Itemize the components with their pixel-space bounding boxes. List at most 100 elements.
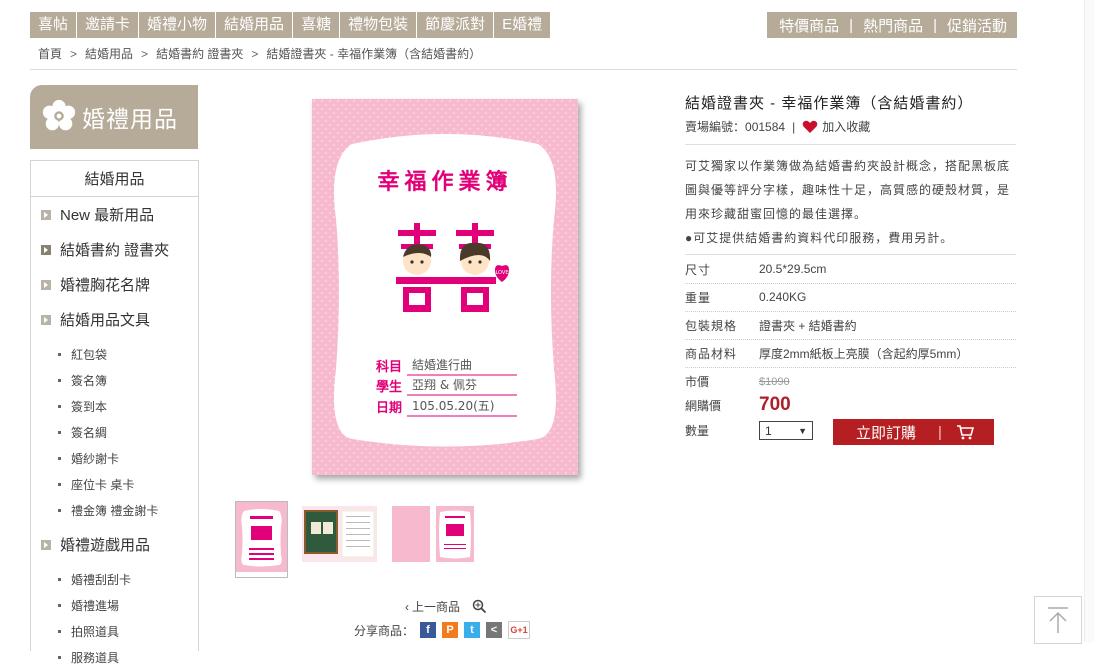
breadcrumb-certificate-folder[interactable]: 結婚書約 證書夾 bbox=[156, 45, 243, 62]
sidebar-subitem-label: 婚禮進場 bbox=[71, 598, 120, 613]
bullet-icon bbox=[58, 378, 61, 382]
quantity-label: 數量 bbox=[685, 424, 710, 438]
spec-label: 尺寸 bbox=[685, 262, 712, 277]
nav-tab-wedding-supplies[interactable]: 結婚用品 bbox=[216, 12, 294, 38]
breadcrumb-wedding-supplies[interactable]: 結婚用品 bbox=[85, 45, 133, 62]
sidebar-item-label: 結婚書約 證書夾 bbox=[60, 242, 170, 259]
spec-row-size: 尺寸 20.5*29.5cm bbox=[685, 255, 1016, 284]
nav-tab-wedding-favors[interactable]: 婚禮小物 bbox=[139, 12, 217, 38]
arrow-box-icon bbox=[41, 539, 51, 550]
product-meta: 賣場編號： 001584 | 加入收藏 bbox=[685, 118, 870, 135]
plurk-icon[interactable]: P bbox=[442, 622, 459, 638]
sidebar-subitem-label: 簽到本 bbox=[71, 399, 108, 414]
bullet-icon bbox=[58, 629, 61, 633]
bullet-icon bbox=[58, 456, 61, 460]
description-line: ●可艾提供結婚書約資料代印服務，費用另計。 bbox=[685, 231, 954, 245]
bullet-icon bbox=[58, 430, 61, 434]
sidebar-subitem-service-props[interactable]: 服務道具 bbox=[31, 644, 198, 670]
nav-tab-e-wedding[interactable]: E婚禮 bbox=[494, 12, 552, 38]
nav-tab-gift-wrap[interactable]: 禮物包裝 bbox=[340, 12, 418, 38]
sidebar-subitem-signature-book[interactable]: 簽名簿 bbox=[31, 367, 198, 393]
sidebar-subitem-label: 紅包袋 bbox=[71, 347, 108, 362]
buy-now-label: 立即訂購 bbox=[856, 424, 917, 442]
sale-price-row: 網購價 700 bbox=[685, 394, 791, 416]
nav-tab-wedding-invite[interactable]: 喜帖 bbox=[30, 12, 78, 38]
list-price-row: 市價 $1090 bbox=[685, 373, 790, 390]
sidebar-banner: 婚禮用品 bbox=[30, 85, 198, 149]
sidebar-subitem-red-envelope[interactable]: 紅包袋 bbox=[31, 341, 198, 367]
sidebar-subitem-scratch-card[interactable]: 婚禮刮刮卡 bbox=[31, 566, 198, 592]
quantity-select[interactable]: 1 ▼ bbox=[759, 421, 813, 440]
button-divider: | bbox=[938, 423, 942, 441]
bullet-icon bbox=[58, 508, 61, 512]
love-text: LOVE bbox=[495, 270, 508, 276]
nav-tab-festival-party[interactable]: 節慶派對 bbox=[417, 12, 495, 38]
share-icon[interactable]: < bbox=[486, 622, 503, 638]
sidebar-subitem-gift-money-book[interactable]: 禮金簿 禮金謝卡 bbox=[31, 497, 198, 523]
sidebar-subitem-signature-cloth[interactable]: 簽名綢 bbox=[31, 419, 198, 445]
google-plus-icon[interactable]: G+1 bbox=[508, 621, 531, 639]
sidebar-item-label: 婚禮胸花名牌 bbox=[60, 277, 151, 294]
cover-title: 幸福作業簿 bbox=[377, 169, 512, 195]
nav-link-specials[interactable]: 特價商品 bbox=[779, 15, 839, 36]
buy-now-button[interactable]: 立即訂購 | bbox=[833, 419, 994, 445]
thumbnail-front-cover[interactable] bbox=[235, 501, 288, 578]
sidebar-subitem-photo-props[interactable]: 拍照道具 bbox=[31, 618, 198, 644]
list-price-label: 市價 bbox=[685, 375, 710, 389]
thumbnail-strip bbox=[235, 501, 489, 578]
sidebar-subitem-seat-card[interactable]: 座位卡 桌卡 bbox=[31, 471, 198, 497]
heart-icon[interactable] bbox=[802, 120, 818, 134]
product-main-image[interactable]: 幸福作業簿 LOVE 科目 結婚進行曲 學生 亞翔 & 佩芬 日期 105.05… bbox=[312, 99, 578, 475]
prev-product-link[interactable]: 上一商品 bbox=[412, 598, 460, 615]
divider bbox=[685, 144, 1016, 145]
twitter-icon[interactable]: t bbox=[464, 622, 481, 638]
bullet-icon bbox=[58, 404, 61, 408]
spec-label: 商品材料 bbox=[685, 346, 738, 361]
description-line: 可艾獨家以作業簿做為結婚書約夾設計概念，搭配黑板底 bbox=[685, 159, 1011, 173]
flower-icon bbox=[42, 99, 76, 131]
nav-tab-invitation-card[interactable]: 邀請卡 bbox=[77, 12, 140, 38]
nav-link-popular[interactable]: 熱門商品 bbox=[863, 15, 923, 36]
quantity-value: 1 bbox=[765, 423, 772, 438]
spec-label: 重量 bbox=[685, 290, 712, 305]
field-value-date: 105.05.20(五) bbox=[412, 399, 494, 413]
nav-spacer bbox=[551, 12, 768, 38]
description-line: 圖與優等評分字樣，趣味性十足，高質感的硬殼材質，是 bbox=[685, 183, 1011, 197]
back-to-top-button[interactable] bbox=[1034, 596, 1082, 644]
sidebar-subitem-entrance[interactable]: 婚禮進場 bbox=[31, 592, 198, 618]
breadcrumb-home[interactable]: 首頁 bbox=[38, 45, 62, 62]
meta-separator: | bbox=[792, 119, 796, 134]
chevron-right-icon: > bbox=[70, 46, 78, 61]
chevron-down-icon: ▼ bbox=[798, 425, 807, 436]
add-favorite-link[interactable]: 加入收藏 bbox=[822, 118, 870, 135]
bullet-icon bbox=[58, 655, 61, 659]
sidebar-subitem-label: 座位卡 桌卡 bbox=[71, 477, 135, 492]
nav-separator: | bbox=[849, 16, 854, 34]
sidebar-item-new[interactable]: New 最新用品 bbox=[31, 197, 198, 232]
sku-value: 001584 bbox=[745, 119, 786, 134]
sidebar-item-certificate[interactable]: 結婚書約 證書夾 bbox=[31, 232, 198, 267]
description-line: 用來珍藏甜蜜回憶的最佳選擇。 bbox=[685, 207, 868, 221]
nav-tab-wedding-candy[interactable]: 喜糖 bbox=[293, 12, 341, 38]
sidebar-category-list: 結婚用品 New 最新用品 結婚書約 證書夾 婚禮胸花名牌 結婚用品文具 紅包袋… bbox=[30, 160, 199, 665]
facebook-icon[interactable]: f bbox=[420, 622, 437, 638]
sidebar-subitem-label: 婚紗謝卡 bbox=[71, 451, 120, 466]
share-row: 分享商品： f P t < G+1 bbox=[354, 621, 531, 639]
sidebar-subitem-thank-you-card[interactable]: 婚紗謝卡 bbox=[31, 445, 198, 471]
thumbnail-inside-spread[interactable] bbox=[302, 502, 377, 577]
sidebar-subitem-guest-book[interactable]: 簽到本 bbox=[31, 393, 198, 419]
sidebar-item-stationery[interactable]: 結婚用品文具 bbox=[31, 302, 198, 337]
product-description: 可艾獨家以作業簿做為結婚書約夾設計概念，搭配黑板底 圖與優等評分字樣，趣味性十足… bbox=[685, 154, 1015, 250]
breadcrumb-current: 結婚證書夾 - 幸福作業簿（含結婚書約） bbox=[266, 47, 482, 61]
share-label: 分享商品： bbox=[354, 623, 415, 638]
spec-row-weight: 重量 0.240KG bbox=[685, 283, 1016, 312]
zoom-icon[interactable] bbox=[472, 599, 487, 614]
sidebar-item-games[interactable]: 婚禮遊戲用品 bbox=[31, 527, 198, 562]
sidebar-item-corsage[interactable]: 婚禮胸花名牌 bbox=[31, 267, 198, 302]
nav-right-links: 特價商品 | 熱門商品 | 促銷活動 bbox=[767, 12, 1017, 38]
scrollbar[interactable] bbox=[1084, 0, 1094, 642]
bullet-icon bbox=[58, 577, 61, 581]
thumbnail-full-spread[interactable] bbox=[392, 502, 474, 577]
nav-link-promotions[interactable]: 促銷活動 bbox=[947, 15, 1007, 36]
spec-label: 包裝規格 bbox=[685, 318, 738, 333]
